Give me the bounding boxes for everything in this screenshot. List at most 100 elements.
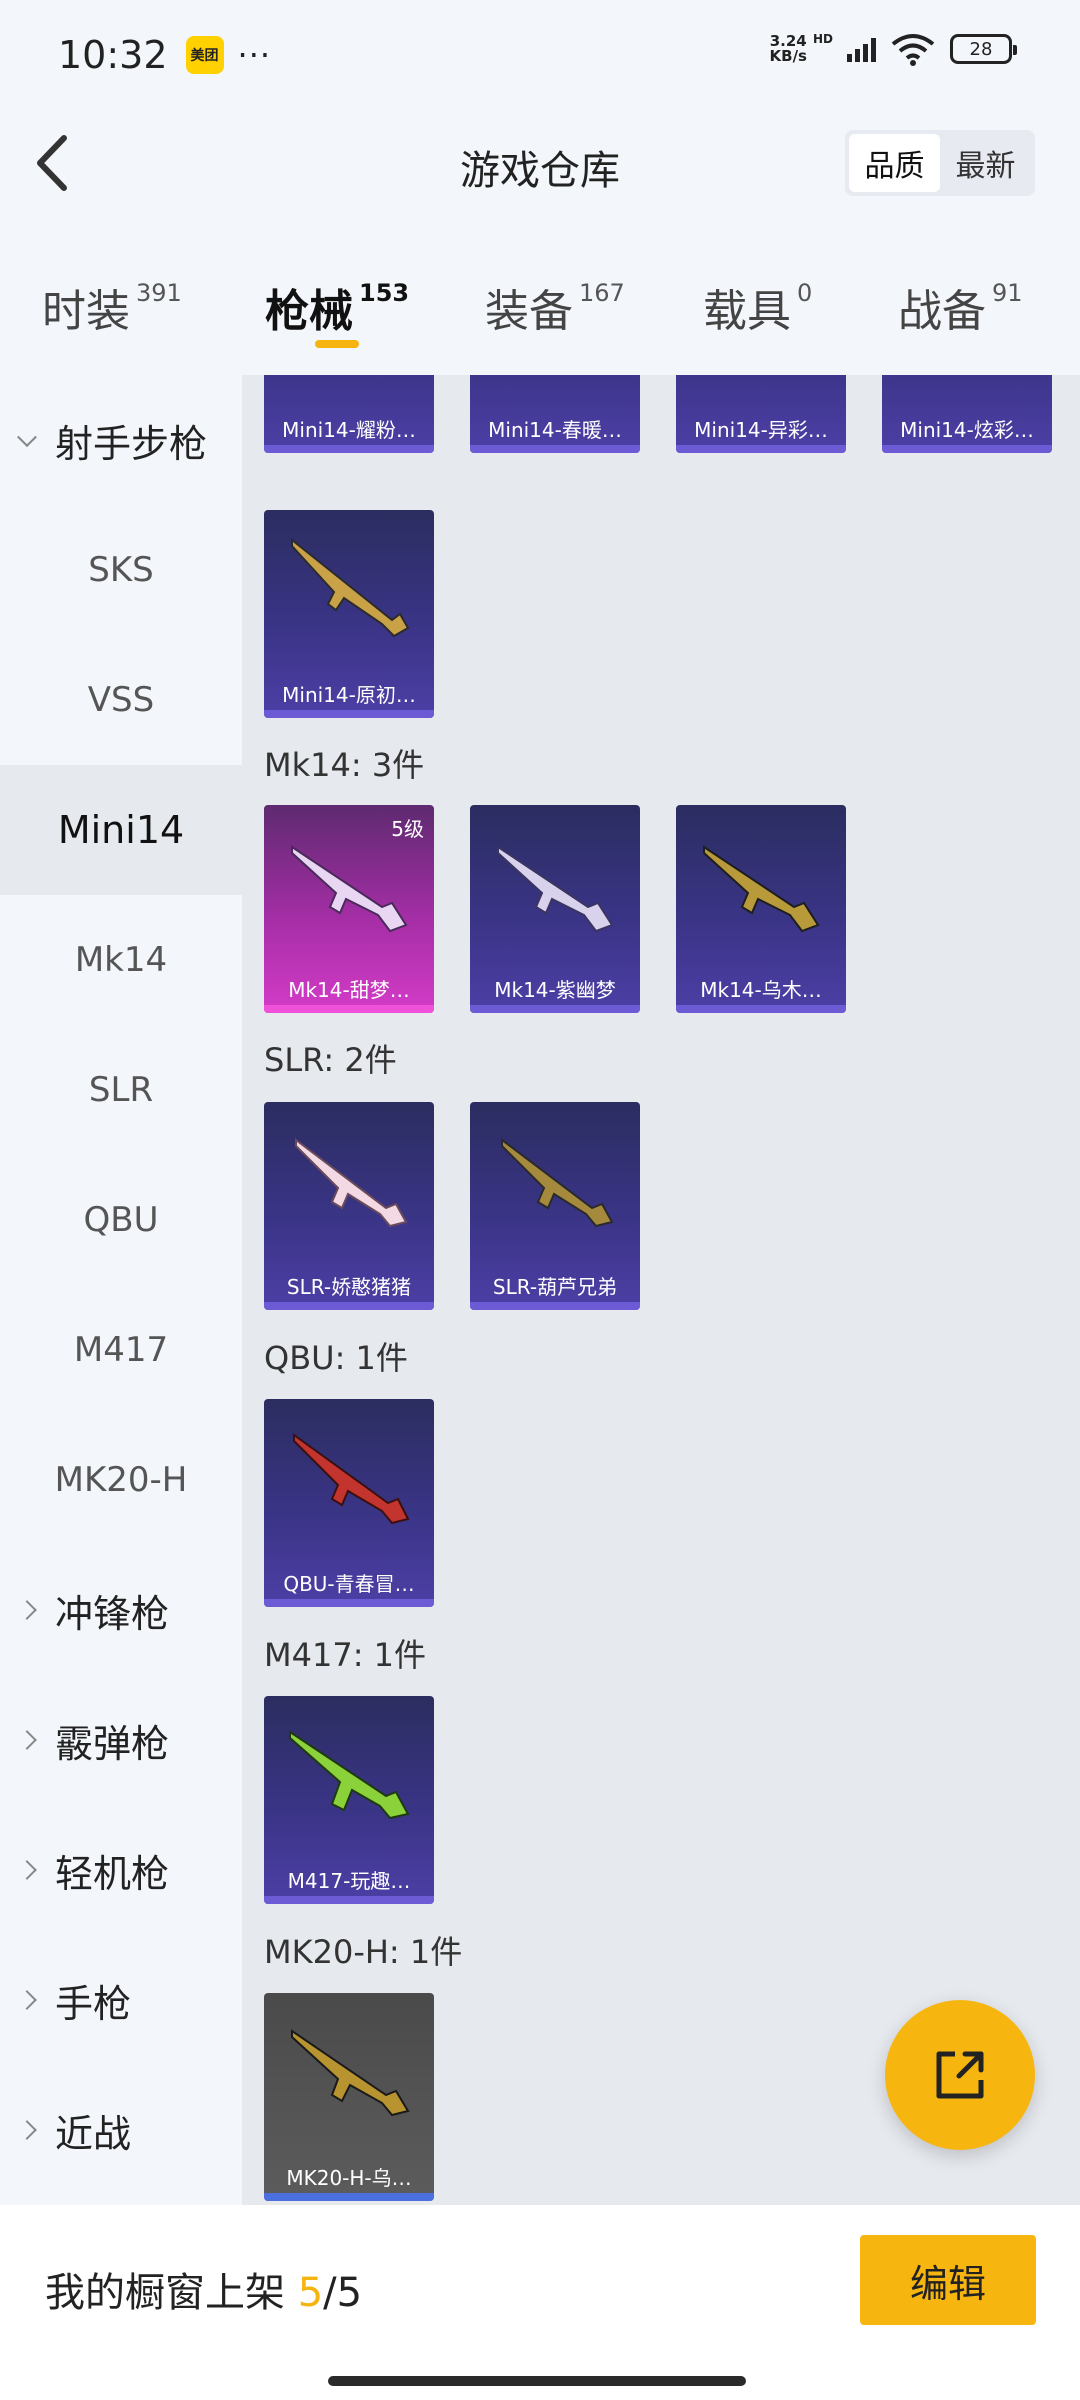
network-speed-unit: KB/s	[769, 47, 807, 65]
tab-vehicles[interactable]: 载具 0	[703, 275, 812, 339]
sidebar-group-marksman-rifles[interactable]: 射手步枪	[0, 375, 242, 505]
tab-label: 装备	[485, 286, 573, 337]
sidebar-item-qbu[interactable]: QBU	[0, 1155, 242, 1285]
rifle-icon	[497, 845, 614, 933]
tab-count: 0	[797, 279, 813, 307]
tab-count: 153	[359, 279, 410, 307]
section-header-m417: M417: 1件	[264, 1636, 427, 1674]
hd-indicator: HD	[812, 32, 833, 46]
skin-card-label: Mini14-异彩…	[694, 418, 828, 442]
chevron-right-icon	[17, 1860, 37, 1880]
skin-card[interactable]: Mk14-紫幽梦	[470, 805, 640, 1013]
chevron-right-icon	[17, 2120, 37, 2140]
share-external-icon	[936, 2051, 984, 2099]
rifle-icon	[291, 537, 410, 638]
skin-card-label: QBU-青春冒…	[283, 1572, 415, 1596]
sidebar-group-label: 轻机枪	[55, 1851, 170, 1896]
rifle-icon	[291, 2029, 410, 2117]
skin-card-label: Mini14-炫彩…	[900, 418, 1034, 442]
battery-icon: 28	[950, 34, 1017, 64]
skin-card-label: Mk14-紫幽梦	[494, 978, 616, 1002]
sidebar-item-slr[interactable]: SLR	[0, 1025, 242, 1155]
tab-label: 战备	[898, 286, 986, 337]
weapon-skin-grid: Mini14-耀粉… Mini14-春暖… Mini14-异彩… Mini14-…	[242, 375, 1080, 2205]
tab-outfits[interactable]: 时装 391	[42, 275, 182, 339]
sort-by-newest[interactable]: 最新	[940, 134, 1031, 192]
sidebar-item-mini14[interactable]: Mini14	[0, 765, 242, 895]
network-speed: 3.24 KB/s	[770, 34, 807, 64]
showcase-total-count: /5	[323, 2270, 363, 2316]
sort-toggle: 品质 最新	[845, 130, 1035, 196]
tab-label: 载具	[703, 286, 791, 337]
tab-count: 91	[992, 279, 1023, 307]
tab-supplies[interactable]: 战备 91	[898, 275, 1023, 339]
skin-card[interactable]: Mk14-乌木…	[676, 805, 846, 1013]
skin-card-label: SLR-娇憨猪猪	[286, 1275, 412, 1299]
skin-card[interactable]: MK20-H-乌…	[264, 1993, 434, 2201]
rifle-icon	[295, 1137, 408, 1228]
wifi-icon	[891, 34, 935, 66]
skin-card[interactable]: QBU-青春冒…	[264, 1399, 434, 1607]
skin-card-label: Mk14-乌木…	[700, 978, 822, 1002]
sidebar-item-vss[interactable]: VSS	[0, 635, 242, 765]
tab-count: 167	[579, 279, 625, 307]
tab-guns[interactable]: 枪械 153	[265, 275, 409, 339]
showcase-status: 我的橱窗上架 5/5	[45, 2260, 362, 2318]
skin-card[interactable]: Mini14-炫彩…	[882, 375, 1052, 453]
rifle-icon	[293, 1433, 410, 1525]
showcase-bar: 我的橱窗上架 5/5 编辑	[0, 2205, 1080, 2400]
sidebar-group-pistol[interactable]: 手枪	[0, 1935, 242, 2065]
app-header: 游戏仓库 品质 最新	[0, 110, 1080, 220]
skin-card[interactable]: SLR-娇憨猪猪	[264, 1102, 434, 1310]
category-tabs: 时装 391 枪械 153 装备 167 载具 0 战备 91	[0, 235, 1080, 365]
skin-card-label: M417-玩趣…	[287, 1869, 411, 1893]
sidebar-item-mk14[interactable]: Mk14	[0, 895, 242, 1025]
skin-card[interactable]: 5级 Mk14-甜梦…	[264, 805, 434, 1013]
showcase-label: 我的橱窗上架	[45, 2270, 298, 2316]
more-notifications-icon: ···	[237, 36, 272, 74]
status-bar: 10:32 美团 ··· 3.24 KB/s HD 28	[0, 0, 1080, 110]
sort-by-quality[interactable]: 品质	[849, 134, 940, 192]
home-indicator[interactable]	[328, 2376, 746, 2386]
edit-button[interactable]: 编辑	[860, 2235, 1036, 2325]
chevron-right-icon	[17, 1730, 37, 1750]
skin-card-label: Mini14-耀粉…	[282, 418, 416, 442]
skin-card-label: Mini14-原初…	[282, 683, 416, 707]
rifle-icon	[289, 1730, 410, 1820]
status-indicators: 3.24 KB/s HD 28	[770, 32, 1017, 66]
tab-count: 391	[136, 279, 182, 307]
skin-card[interactable]: SLR-葫芦兄弟	[470, 1102, 640, 1310]
sidebar-item-sks[interactable]: SKS	[0, 505, 242, 635]
section-header-mk14: Mk14: 3件	[264, 746, 425, 784]
section-header-slr: SLR: 2件	[264, 1041, 397, 1079]
rifle-icon	[291, 845, 408, 933]
clock: 10:32	[58, 33, 168, 77]
sidebar-item-m417[interactable]: M417	[0, 1285, 242, 1415]
skin-card[interactable]: Mini14-异彩…	[676, 375, 846, 453]
skin-card[interactable]: Mini14-春暖…	[470, 375, 640, 453]
skin-card[interactable]: M417-玩趣…	[264, 1696, 434, 1904]
section-header-mk20h: MK20-H: 1件	[264, 1933, 463, 1971]
sidebar-group-smg[interactable]: 冲锋枪	[0, 1545, 242, 1675]
weapon-type-sidebar: 射手步枪 SKS VSS Mini14 Mk14 SLR QBU M417 MK…	[0, 375, 242, 2205]
skin-card-label: SLR-葫芦兄弟	[492, 1275, 618, 1299]
sidebar-group-lmg[interactable]: 轻机枪	[0, 1805, 242, 1935]
rifle-icon	[703, 845, 820, 933]
tab-equipment[interactable]: 装备 167	[485, 275, 625, 339]
skin-card-label: Mk14-甜梦…	[288, 978, 410, 1002]
tab-label: 枪械	[265, 286, 353, 337]
share-button[interactable]	[885, 2000, 1035, 2150]
sidebar-group-melee[interactable]: 近战	[0, 2065, 242, 2195]
sidebar-item-mk20h[interactable]: MK20-H	[0, 1415, 242, 1545]
section-header-qbu: QBU: 1件	[264, 1339, 408, 1377]
chevron-right-icon	[17, 1600, 37, 1620]
meituan-app-icon: 美团	[185, 36, 224, 74]
skin-card[interactable]: Mini14-原初…	[264, 510, 434, 718]
active-tab-indicator	[315, 340, 359, 348]
showcase-current-count: 5	[297, 2270, 324, 2316]
sidebar-group-label: 冲锋枪	[55, 1591, 170, 1636]
sidebar-group-label: 射手步枪	[55, 421, 208, 466]
signal-icon	[847, 36, 876, 62]
sidebar-group-shotgun[interactable]: 霰弹枪	[0, 1675, 242, 1805]
skin-card[interactable]: Mini14-耀粉…	[264, 375, 434, 453]
